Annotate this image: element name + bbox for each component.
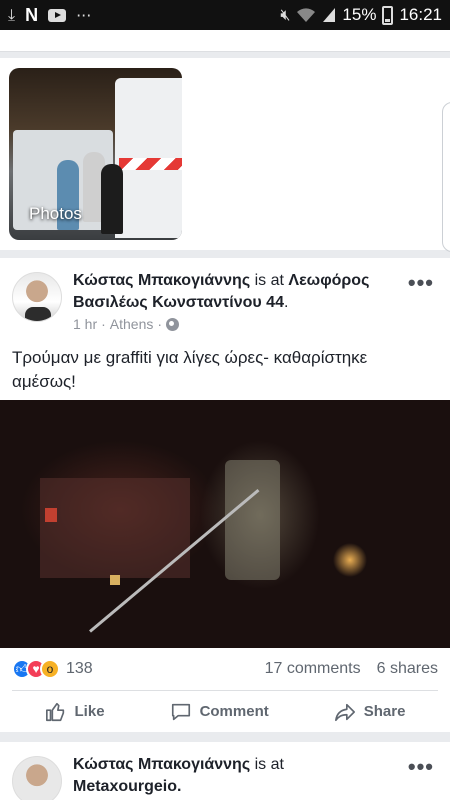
photos-card: Photos [0, 58, 450, 252]
status-bar: ⤓ N ··· 🔇︎ 15% 16:21 [0, 0, 450, 30]
thumbs-up-icon [45, 702, 64, 721]
place-name[interactable]: Metaxourgeio. [73, 778, 181, 795]
post-stats: 👍︎ ♥ o 138 17 comments 6 shares [12, 656, 438, 682]
person-image [101, 164, 123, 234]
clock: 16:21 [399, 5, 442, 24]
photos-label: Photos [29, 204, 82, 223]
meta-separator: · [157, 316, 163, 332]
post-text: Τρούμαν με graffiti για λίγες ώρες- καθα… [12, 348, 368, 391]
previous-card-edge [0, 30, 450, 52]
reaction-count[interactable]: 138 [66, 660, 93, 678]
is-at-text: is at [254, 756, 284, 773]
post-image[interactable] [0, 400, 450, 648]
comment-button[interactable]: Comment [170, 701, 269, 723]
author-name[interactable]: Κώστας Μπακογιάννης [73, 756, 250, 773]
streetlight-glow [330, 540, 370, 580]
globe-icon [166, 317, 180, 331]
author-name[interactable]: Κώστας Μπακογιάννης [73, 272, 250, 289]
more-dots-icon: ··· [76, 5, 92, 25]
action-bar: Like Comment Share [12, 690, 438, 732]
wifi-icon [297, 8, 316, 22]
avatar[interactable] [12, 272, 62, 322]
share-arrow-icon [334, 703, 355, 721]
meta-separator: · [101, 316, 106, 332]
wow-reaction-icon: o [40, 659, 60, 679]
photos-thumbnail[interactable]: Photos [9, 68, 182, 240]
more-options-icon[interactable]: ••• [408, 754, 434, 780]
avatar[interactable] [12, 756, 62, 800]
post-meta: 1 hr · Athens · [73, 316, 180, 332]
comment-icon [171, 703, 190, 720]
is-at-text: is at [254, 272, 284, 289]
share-label: Share [363, 703, 406, 720]
signal-icon [323, 8, 336, 22]
mute-icon: 🔇︎ [280, 5, 291, 24]
comments-count[interactable]: 17 comments [265, 660, 361, 678]
statue-shape [225, 460, 280, 580]
like-button[interactable]: Like [45, 701, 105, 723]
battery-icon [382, 5, 394, 25]
next-thumbnail[interactable] [442, 102, 450, 252]
post-header: Κώστας Μπακογιάννης is at Λεωφόρος Βασιλ… [73, 270, 393, 314]
shares-count[interactable]: 6 shares [377, 660, 438, 678]
next-post-header: Κώστας Μπακογιάννης is at Metaxourgeio. [73, 754, 393, 798]
window-light [110, 575, 120, 585]
n-icon: N [25, 4, 39, 25]
battery-percent: 15% [342, 5, 377, 24]
download-icon: ⤓ [8, 5, 16, 24]
share-button[interactable]: Share [334, 701, 406, 723]
more-options-icon[interactable]: ••• [408, 270, 434, 296]
post-card: Κώστας Μπακογιάννης is at Λεωφόρος Βασιλ… [0, 258, 450, 732]
youtube-icon [48, 8, 67, 22]
comment-label: Comment [199, 703, 269, 720]
like-label: Like [74, 703, 105, 720]
truck-stripe [119, 158, 182, 170]
post-location[interactable]: Athens [110, 316, 154, 332]
window-light [45, 508, 57, 522]
place-period: . [283, 294, 289, 311]
post-time[interactable]: 1 hr [73, 316, 97, 332]
next-post-card: Κώστας Μπακογιάννης is at Metaxourgeio. … [0, 742, 450, 800]
